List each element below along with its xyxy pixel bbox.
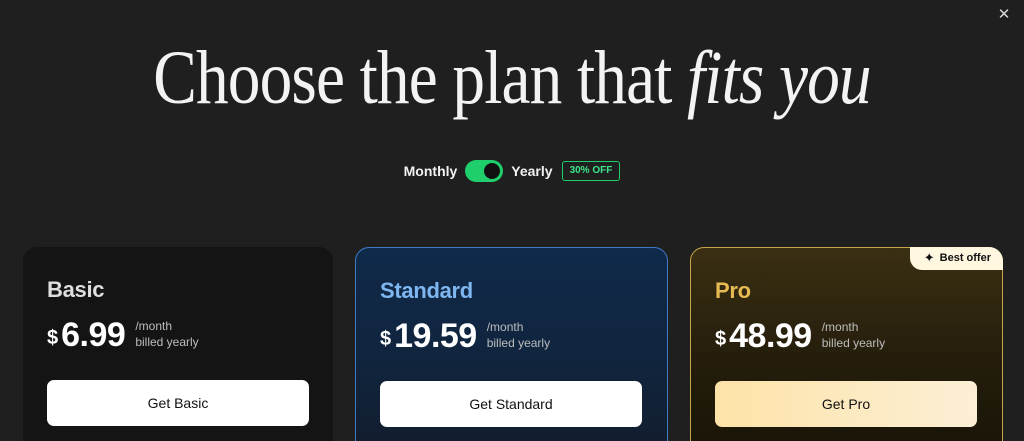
billing-period: /month billed yearly [487,319,550,351]
period-unit: /month [821,320,859,334]
toggle-knob [484,163,501,179]
billing-switch: Monthly Yearly 30% OFF [0,160,1024,182]
period-note: billed yearly [135,335,199,349]
monthly-label[interactable]: Monthly [404,163,458,179]
price: $ 19.59 /month billed yearly [380,316,550,356]
best-offer-badge: ✦ Best offer [909,247,1003,270]
plan-card-pro: ✦ Best offer Pro $ 48.99 /month billed y… [690,247,1003,441]
discount-badge: 30% OFF [561,161,621,181]
page-title: Choose the plan that fits you [72,36,953,120]
get-pro-button[interactable]: Get Pro [715,381,977,427]
price-amount: 48.99 [729,317,812,355]
period-unit: /month [135,319,172,333]
yearly-label[interactable]: Yearly [511,163,552,179]
period-unit: /month [486,320,524,334]
period-note: billed yearly [486,336,551,350]
badge-label: Best offer [939,252,991,264]
billing-period: /month billed yearly [822,319,885,351]
plan-card-standard: Standard $ 19.59 /month billed yearly Ge… [355,247,668,441]
get-basic-button[interactable]: Get Basic [47,380,309,426]
sparkle-icon: ✦ [923,250,935,265]
close-button[interactable]: ✕ [994,4,1014,24]
price: $ 6.99 /month billed yearly [47,315,199,355]
plan-name: Basic [47,277,105,302]
currency-symbol: $ [47,327,59,349]
billing-period: /month billed yearly [135,318,198,350]
price: $ 48.99 /month billed yearly [715,316,885,356]
title-regular: Choose the plan that [153,36,672,120]
currency-symbol: $ [380,328,392,350]
close-icon: ✕ [997,6,1011,23]
billing-toggle[interactable] [465,160,504,182]
period-note: billed yearly [821,336,886,350]
price-amount: 6.99 [61,316,126,354]
currency-symbol: $ [715,328,727,350]
plan-name: Pro [715,278,751,303]
plan-card-basic: Basic $ 6.99 /month billed yearly Get Ba… [23,247,333,441]
title-italic: fits you [687,36,872,120]
pricing-modal: ✕ Choose the plan that fits you Monthly … [0,0,1024,441]
plan-name: Standard [380,278,473,303]
price-amount: 19.59 [394,317,477,355]
get-standard-button[interactable]: Get Standard [380,381,642,427]
